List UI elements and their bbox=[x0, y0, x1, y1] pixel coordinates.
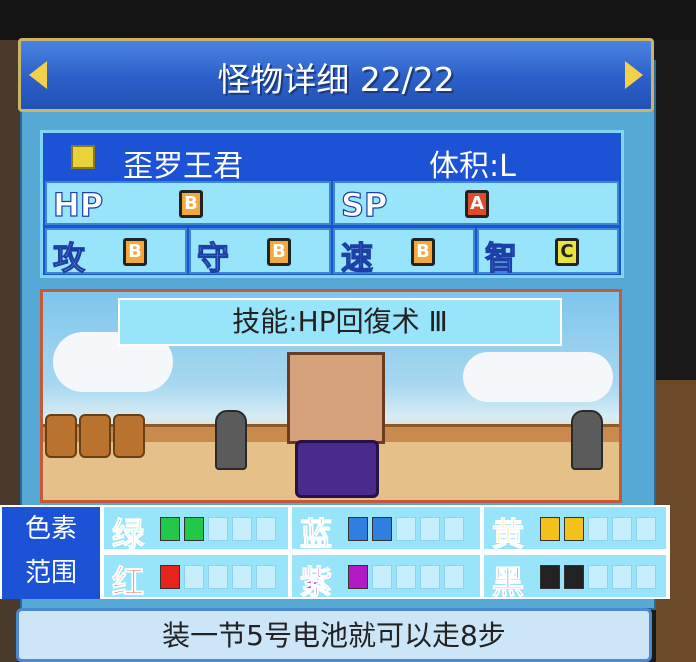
pigment-name: 黑 bbox=[491, 563, 525, 602]
barrel bbox=[79, 414, 111, 458]
pigment-level-square bbox=[160, 517, 180, 541]
stat-label: 守 bbox=[196, 238, 230, 277]
cloud bbox=[463, 352, 613, 402]
pigment-level-square bbox=[564, 565, 584, 589]
pigment-cell: 绿 bbox=[104, 507, 288, 554]
title-bar: 怪物详细 22/22 bbox=[18, 38, 654, 112]
pigment-level-square bbox=[420, 517, 440, 541]
monster-size: 体积:L bbox=[429, 149, 516, 184]
stat-speed: 速 B bbox=[333, 228, 475, 278]
pigment-level-square bbox=[636, 565, 656, 589]
pigment-level-square bbox=[232, 565, 252, 589]
pigment-level-square bbox=[160, 565, 180, 589]
cannon bbox=[215, 410, 247, 470]
grade-badge: B bbox=[267, 238, 291, 266]
pigment-cell: 红 bbox=[104, 555, 288, 602]
monster-name: 歪罗王君 bbox=[123, 149, 243, 184]
stat-label: SP bbox=[340, 185, 388, 224]
pigment-level-square bbox=[184, 565, 204, 589]
stat-defense: 守 B bbox=[189, 228, 331, 278]
grade-badge: C bbox=[555, 238, 579, 266]
stat-attack: 攻 B bbox=[45, 228, 187, 278]
pigment-level-square bbox=[184, 517, 204, 541]
pigment-level-square bbox=[612, 517, 632, 541]
pigment-level-square bbox=[232, 517, 252, 541]
monster-sprite bbox=[287, 344, 385, 500]
pigment-level-square bbox=[636, 517, 656, 541]
grade-badge: A bbox=[465, 190, 489, 218]
range-header-label: 范围 bbox=[24, 558, 77, 588]
skill-label: 技能:HP回復术 Ⅲ bbox=[118, 298, 562, 346]
stat-sp: SP A bbox=[333, 181, 619, 225]
pigment-level-square bbox=[588, 517, 608, 541]
pigment-level-square bbox=[540, 517, 560, 541]
monster-body bbox=[295, 440, 379, 498]
grade-badge: B bbox=[411, 238, 435, 266]
pigment-name: 绿 bbox=[111, 515, 145, 554]
pigment-cell: 黄 bbox=[484, 507, 666, 554]
monster-info: 歪罗王君 体积:L HP B SP A 攻 B 守 B 速 B 智 C bbox=[40, 130, 624, 278]
pigment-level-square bbox=[612, 565, 632, 589]
monster-head bbox=[287, 352, 385, 444]
grade-badge: B bbox=[123, 238, 147, 266]
stat-label: 智 bbox=[484, 238, 518, 277]
pigment-cell: 蓝 bbox=[292, 507, 480, 554]
flavor-text: 装一节5号电池就可以走8步 bbox=[16, 608, 652, 662]
pigment-level-square bbox=[256, 517, 276, 541]
stat-label: 攻 bbox=[52, 238, 86, 277]
pigment-level-square bbox=[444, 565, 464, 589]
barrel bbox=[113, 414, 145, 458]
pigment-level-square bbox=[420, 565, 440, 589]
pigment-cell: 紫 bbox=[292, 555, 480, 602]
arrow-right-icon[interactable] bbox=[625, 61, 643, 89]
pigment-level-square bbox=[564, 517, 584, 541]
pigment-level-square bbox=[588, 565, 608, 589]
barrel bbox=[45, 414, 77, 458]
pigment-name: 蓝 bbox=[299, 515, 333, 554]
pigment-header-label: 色素 bbox=[24, 514, 77, 544]
pigment-level-square bbox=[372, 517, 392, 541]
stat-hp: HP B bbox=[45, 181, 331, 225]
pigment-header: 色素 范围 bbox=[2, 507, 100, 599]
pigment-cell: 黑 bbox=[484, 555, 666, 602]
pigment-level-square bbox=[372, 565, 392, 589]
pigment-grid: 色素 范围 绿 蓝 黄红 紫 黑 bbox=[0, 505, 670, 602]
page-title: 怪物详细 22/22 bbox=[217, 60, 455, 99]
background-top bbox=[0, 0, 696, 40]
pigment-name: 红 bbox=[111, 563, 145, 602]
stat-intellect: 智 C bbox=[477, 228, 619, 278]
pigment-level-square bbox=[208, 517, 228, 541]
pigment-level-square bbox=[396, 565, 416, 589]
pigment-level-square bbox=[256, 565, 276, 589]
pigment-name: 黄 bbox=[491, 515, 525, 554]
stat-label: HP bbox=[52, 185, 104, 224]
pigment-level-square bbox=[208, 565, 228, 589]
pigment-level-square bbox=[348, 565, 368, 589]
pigment-name: 紫 bbox=[299, 563, 333, 602]
pigment-level-square bbox=[348, 517, 368, 541]
pigment-level-square bbox=[396, 517, 416, 541]
cannon bbox=[571, 410, 603, 470]
monster-scene: 技能:HP回復术 Ⅲ bbox=[40, 289, 622, 503]
pigment-level-square bbox=[444, 517, 464, 541]
grade-badge: B bbox=[179, 190, 203, 218]
monster-type-icon bbox=[71, 145, 95, 169]
stat-label: 速 bbox=[340, 238, 374, 277]
pigment-level-square bbox=[540, 565, 560, 589]
